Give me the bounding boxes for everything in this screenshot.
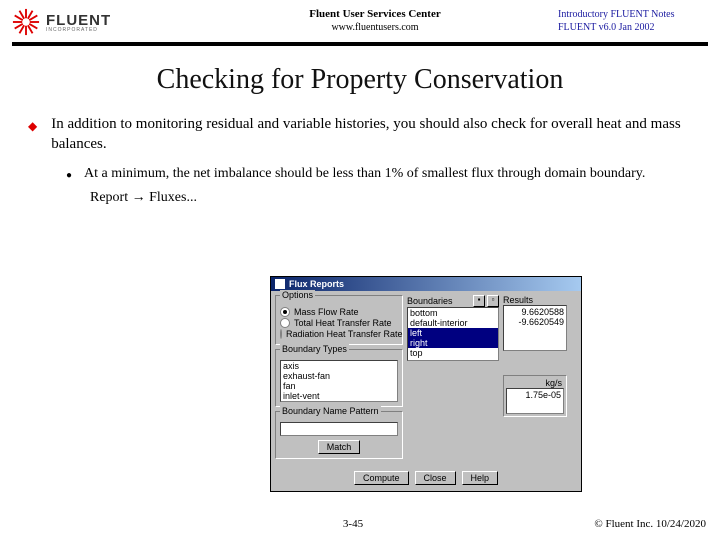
list-item[interactable]: right [408, 338, 498, 348]
options-group: Options Mass Flow Rate Total Heat Transf… [275, 295, 403, 345]
list-item[interactable]: default-interior [408, 318, 498, 328]
page-title: Checking for Property Conservation [0, 64, 720, 96]
radio-mass-flow[interactable]: Mass Flow Rate [280, 307, 398, 317]
radio-total-heat[interactable]: Total Heat Transfer Rate [280, 318, 398, 328]
list-item[interactable]: axis [281, 361, 397, 371]
help-button[interactable]: Help [462, 471, 499, 485]
header-url: www.fluentusers.com [192, 22, 558, 33]
menu-path: Report → Fluxes... [90, 189, 692, 208]
results-label: Results [503, 295, 567, 305]
dialog-titlebar[interactable]: Flux Reports [271, 277, 581, 291]
boundary-name-input[interactable] [280, 422, 398, 436]
diamond-bullet-icon: ◆ [28, 118, 37, 155]
radio-radiation-heat[interactable]: Radiation Heat Transfer Rate [280, 329, 398, 339]
list-item[interactable]: left [408, 328, 498, 338]
copyright: © Fluent Inc. 10/24/2020 [536, 518, 720, 530]
boundary-types-label: Boundary Types [280, 344, 349, 354]
list-item[interactable]: exhaust-fan [281, 371, 397, 381]
select-all-icon[interactable]: ▪ [473, 295, 485, 307]
radio-icon [280, 307, 290, 317]
boundary-name-group: Boundary Name Pattern Match [275, 411, 403, 459]
list-item[interactable]: bottom [408, 308, 498, 318]
fluent-logo-icon [12, 8, 40, 36]
radio-icon [280, 329, 282, 339]
header-notes-line2: FLUENT v6.0 Jan 2002 [558, 21, 708, 34]
dialog-title: Flux Reports [289, 279, 344, 289]
boundary-types-group: Boundary Types axis exhaust-fan fan inle… [275, 349, 403, 407]
header-center-title: Fluent User Services Center [192, 8, 558, 20]
list-item[interactable]: top [408, 348, 498, 358]
header-notes-line1: Introductory FLUENT Notes [558, 8, 708, 21]
boundaries-label: Boundaries [407, 296, 471, 306]
header-divider [12, 42, 708, 46]
results-list: 9.6620588 -9.6620549 [503, 305, 567, 351]
bullet-text-1: In addition to monitoring residual and v… [51, 114, 692, 155]
boundary-name-label: Boundary Name Pattern [280, 406, 381, 416]
list-item[interactable]: inlet-vent [281, 391, 397, 401]
radio-icon [280, 318, 290, 328]
compute-button[interactable]: Compute [354, 471, 409, 485]
page-number: 3-45 [170, 518, 536, 530]
boundary-types-list[interactable]: axis exhaust-fan fan inlet-vent [280, 360, 398, 402]
list-item[interactable]: fan [281, 381, 397, 391]
result-value: -9.6620549 [506, 317, 564, 327]
net-value: 1.75e-05 [506, 388, 564, 414]
result-value: 9.6620588 [506, 307, 564, 317]
boundaries-list[interactable]: bottom default-interior left right top [407, 307, 499, 361]
unit-label: kg/s [506, 378, 564, 388]
deselect-all-icon[interactable]: ▫ [487, 295, 499, 307]
flux-reports-dialog: Flux Reports Options Mass Flow Rate Tota… [270, 276, 582, 492]
options-label: Options [280, 290, 315, 300]
bullet-text-2: At a minimum, the net imbalance should b… [84, 165, 645, 184]
logo-text: FLUENT [46, 12, 111, 29]
close-button[interactable]: Close [415, 471, 456, 485]
dialog-system-icon [275, 279, 285, 289]
round-bullet-icon: ● [66, 169, 72, 184]
match-button[interactable]: Match [318, 440, 361, 454]
